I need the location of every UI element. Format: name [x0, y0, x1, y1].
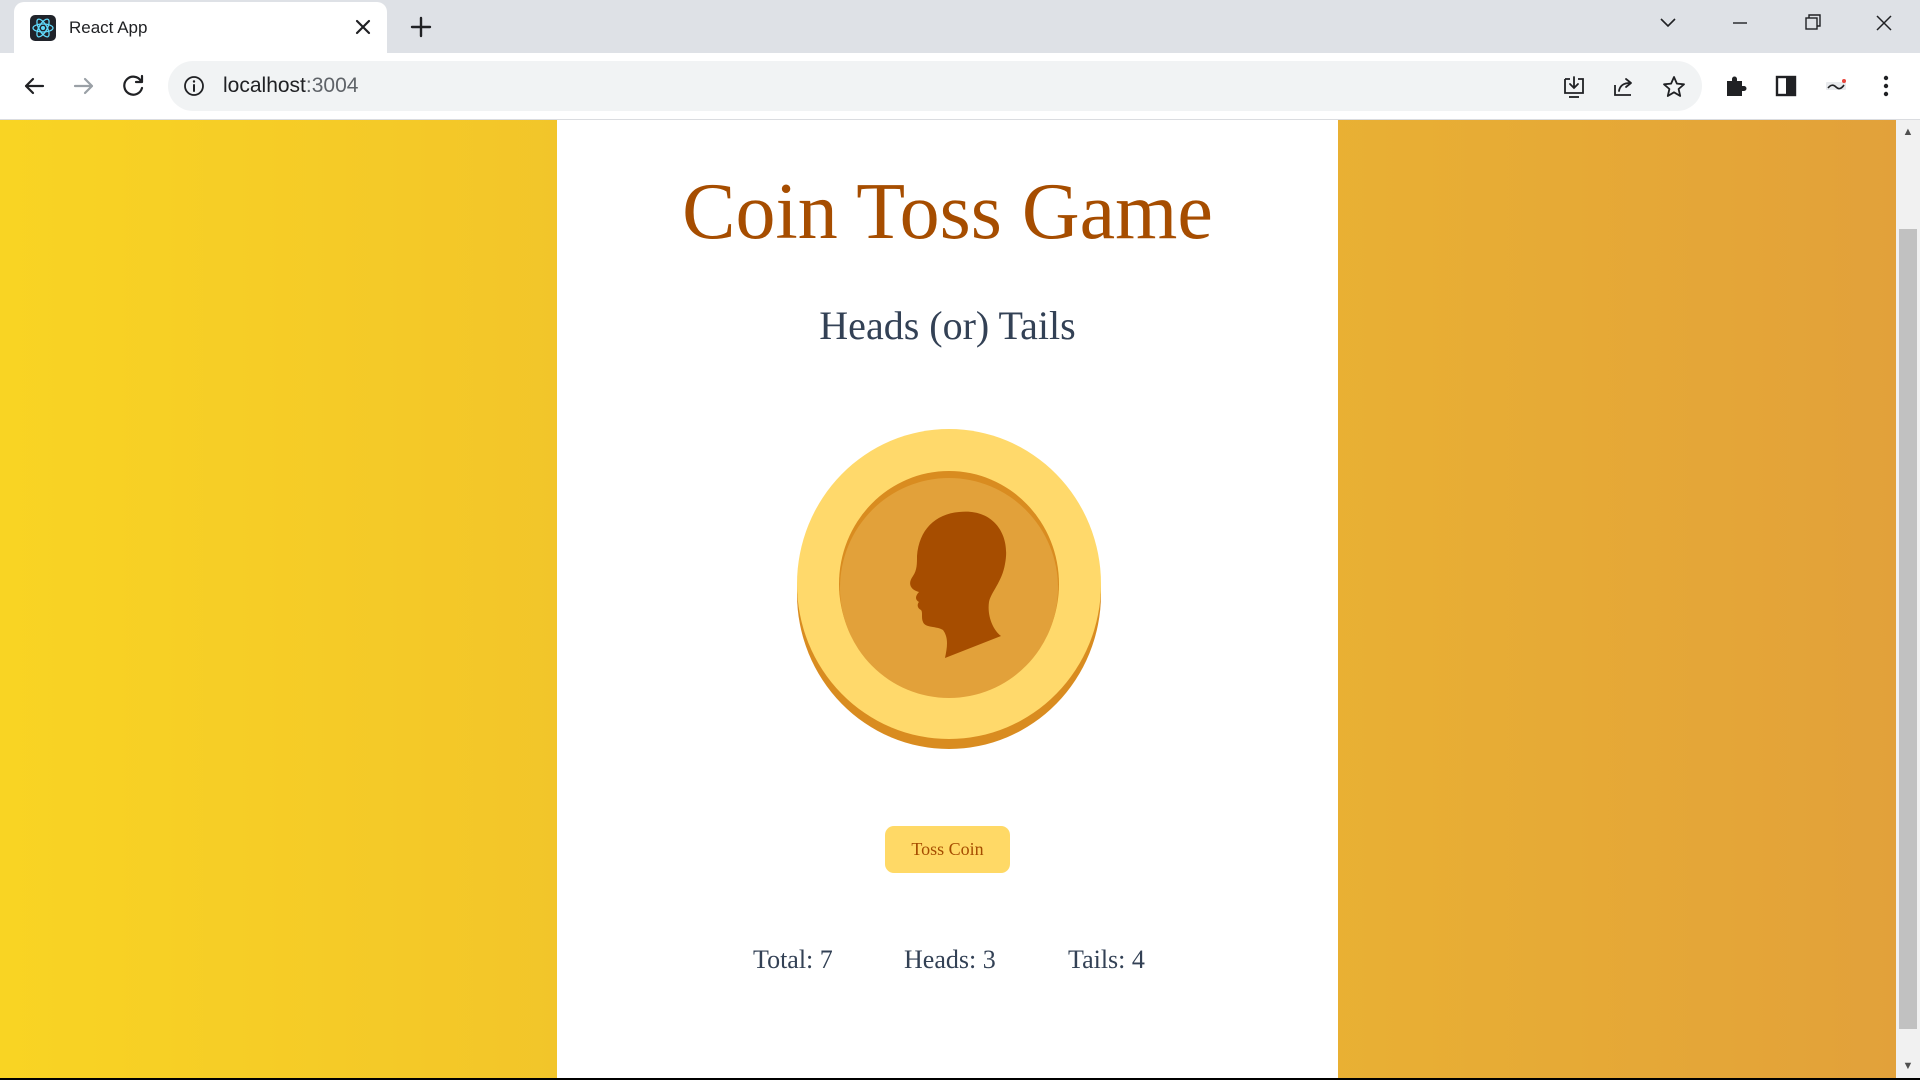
extensions-puzzle-icon[interactable]: [1718, 68, 1754, 104]
browser-tab[interactable]: React App: [14, 2, 387, 53]
page-title: Coin Toss Game: [682, 168, 1213, 256]
profile-avatar-icon[interactable]: [1818, 68, 1854, 104]
game-subtitle: Heads (or) Tails: [819, 303, 1076, 348]
back-arrow-icon[interactable]: [16, 68, 52, 104]
install-app-icon[interactable]: [1560, 73, 1588, 101]
minimize-icon[interactable]: [1722, 8, 1758, 38]
tails-count: Tails: 4: [1068, 945, 1145, 974]
browser-window: React App localhost:3004 Coin Toss Game …: [0, 0, 1920, 1080]
scrollbar-thumb[interactable]: [1899, 229, 1917, 1029]
url-text[interactable]: localhost:3004: [223, 74, 358, 98]
react-logo-icon: [30, 15, 56, 41]
scroll-down-arrow-icon[interactable]: ▼: [1896, 1054, 1920, 1078]
scroll-up-arrow-icon[interactable]: ▲: [1896, 120, 1920, 144]
heads-count: Heads: 3: [904, 945, 996, 974]
coin-heads-image: [797, 426, 1101, 750]
address-bar[interactable]: localhost:3004: [168, 61, 1702, 111]
total-count: Total: 7: [753, 945, 833, 974]
page-background: Coin Toss Game Heads (or) Tails Toss Coi…: [0, 120, 1896, 1078]
close-tab-icon[interactable]: [350, 14, 376, 40]
side-panel-icon[interactable]: [1768, 68, 1804, 104]
toss-stats: Total: 7 Heads: 3 Tails: 4: [557, 945, 1338, 985]
game-card: Coin Toss Game Heads (or) Tails Toss Coi…: [557, 120, 1338, 1078]
close-window-icon[interactable]: [1866, 8, 1902, 38]
tab-strip: React App: [0, 0, 1920, 53]
bookmark-star-icon[interactable]: [1660, 73, 1688, 101]
restore-icon[interactable]: [1794, 8, 1830, 38]
toss-coin-button[interactable]: Toss Coin: [885, 826, 1010, 873]
url-host: localhost: [223, 74, 306, 97]
share-icon[interactable]: [1610, 73, 1638, 101]
reload-icon[interactable]: [116, 68, 152, 104]
vertical-scrollbar[interactable]: ▲ ▼: [1896, 120, 1920, 1078]
browser-toolbar: localhost:3004: [0, 53, 1920, 120]
site-info-icon[interactable]: [182, 74, 206, 98]
kebab-menu-icon[interactable]: [1868, 68, 1904, 104]
forward-arrow-icon[interactable]: [66, 68, 102, 104]
new-tab-button[interactable]: [406, 12, 436, 42]
tab-search-icon[interactable]: [1650, 8, 1686, 38]
url-port: :3004: [305, 74, 359, 97]
tab-title: React App: [69, 18, 148, 37]
